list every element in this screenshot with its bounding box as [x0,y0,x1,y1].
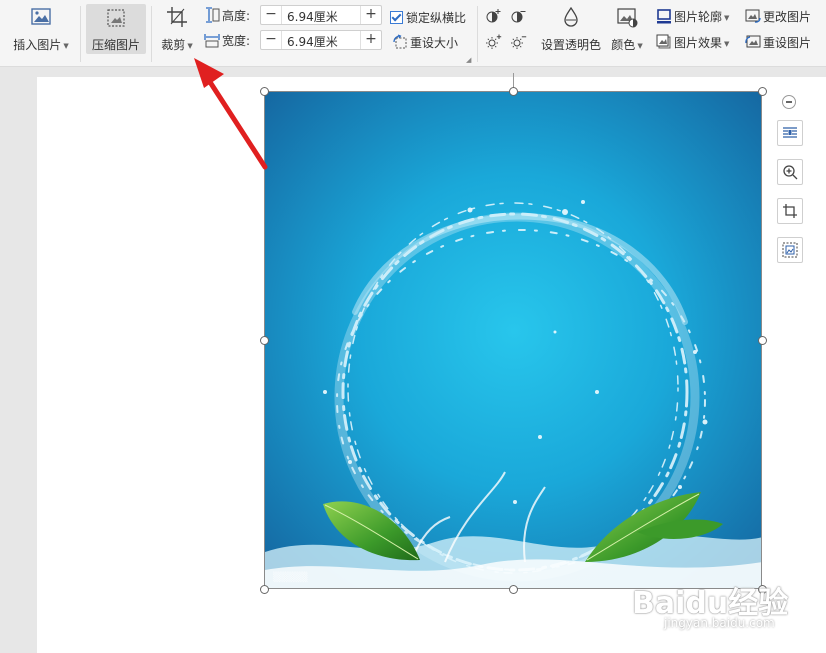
effects-icon [656,34,671,49]
resize-handle-right[interactable] [758,336,767,345]
decrease-brightness-button[interactable] [510,34,528,53]
brightness-minus-icon [511,36,527,49]
change-picture-icon [745,9,761,23]
layout-options-button[interactable] [777,120,803,146]
width-decrease-button[interactable]: − [261,31,282,49]
reset-picture-icon [745,35,761,48]
color-button[interactable]: 颜色 ▼ [608,6,646,53]
reset-size-icon [393,34,407,49]
height-icon [206,7,220,23]
width-label: 宽度: [222,34,251,48]
insert-picture-label: 插入图片 [13,38,62,52]
contrast-minus-icon [511,11,526,23]
color-label: 颜色 [611,38,636,52]
brightness-plus-icon [486,34,502,49]
divider [80,6,81,62]
crop-icon [783,204,797,218]
compress-picture-button[interactable]: 压缩图片 [86,4,146,54]
resize-handle-top-right[interactable] [758,87,767,96]
water-drop-icon [564,6,578,27]
height-decrease-button[interactable]: − [261,6,282,24]
chevron-down-icon: ▼ [724,40,730,48]
increase-brightness-button[interactable] [485,34,503,53]
change-picture-label: 更改图片 [763,10,812,24]
resize-handle-bottom[interactable] [509,585,518,594]
picture-options-button[interactable] [777,237,803,263]
height-increase-button[interactable]: + [360,6,381,24]
reset-size-label: 重设大小 [410,36,459,50]
outline-icon [657,9,671,24]
checkbox-checked-icon[interactable] [390,11,403,24]
divider [477,6,478,62]
height-label-group: 高度: [204,7,250,24]
resize-handle-left[interactable] [260,336,269,345]
resize-handle-top[interactable] [509,87,518,96]
chevron-down-icon: ▼ [724,14,730,22]
chevron-down-icon: ▼ [187,42,193,50]
crop-side-button[interactable] [777,198,803,224]
set-transparent-color-label: 设置透明色 [540,38,601,52]
lock-aspect-checkbox[interactable]: 锁定纵横比 [390,9,466,26]
height-value[interactable]: 6.94厘米 [287,8,338,25]
reset-size-button[interactable]: 重设大小 [392,34,458,51]
water-splash-picture: ▒▒▒▒▒ [265,92,761,588]
width-stepper[interactable]: − 6.94厘米 + [260,30,382,50]
divider [151,6,152,62]
picture-effects-label: 图片效果 [674,36,723,50]
red-arrow-annotation [194,58,268,170]
zoom-in-icon [783,165,798,180]
height-label: 高度: [222,9,251,23]
picture-frame-icon [782,242,798,258]
chevron-down-icon: ▼ [637,42,643,50]
width-increase-button[interactable]: + [360,31,381,49]
picture-tools-ribbon: 插入图片 ▼ 压缩图片 裁剪 ▼ 高度: − 6.94厘米 + 宽度: − 6.… [0,0,826,67]
width-label-group: 宽度: [204,32,250,49]
height-stepper[interactable]: − 6.94厘米 + [260,5,382,25]
compress-icon [107,9,125,27]
increase-contrast-button[interactable] [485,8,503,27]
size-dialog-launcher-icon[interactable]: ◢ [466,56,471,64]
selected-picture[interactable]: ▒▒▒▒▒ [264,91,762,589]
compress-picture-label: 压缩图片 [91,38,140,52]
change-picture-button[interactable]: 更改图片 [745,8,811,25]
chevron-down-icon: ▼ [63,42,69,50]
svg-text:▒▒▒▒▒: ▒▒▒▒▒ [273,571,308,583]
picture-icon [31,8,51,25]
width-value[interactable]: 6.94厘米 [287,33,338,50]
zoom-picture-button[interactable] [777,159,803,185]
decrease-contrast-button[interactable] [510,8,528,27]
picture-color-icon [617,8,638,28]
picture-outline-label: 图片轮廓 [674,10,723,24]
resize-handle-bottom-left[interactable] [260,585,269,594]
crop-button[interactable]: 裁剪 ▼ [157,6,197,53]
reset-picture-label: 重设图片 [763,36,812,50]
insert-picture-button[interactable]: 插入图片 ▼ [8,6,74,53]
set-transparent-color-button[interactable]: 设置透明色 [538,6,604,53]
contrast-plus-icon [486,9,501,23]
picture-outline-button[interactable]: 图片轮廓 ▼ [656,8,729,25]
picture-effects-button[interactable]: 图片效果 ▼ [656,34,729,51]
baidu-url-watermark: jingyan.baidu.com [664,616,775,630]
crop-icon [167,7,187,27]
reset-picture-button[interactable]: 重设图片 [745,34,811,51]
text-wrap-icon [783,127,797,138]
collapse-side-toolbar-button[interactable] [782,95,796,109]
lock-aspect-label: 锁定纵横比 [406,11,467,25]
width-icon [204,34,220,48]
crop-label: 裁剪 [161,38,186,52]
